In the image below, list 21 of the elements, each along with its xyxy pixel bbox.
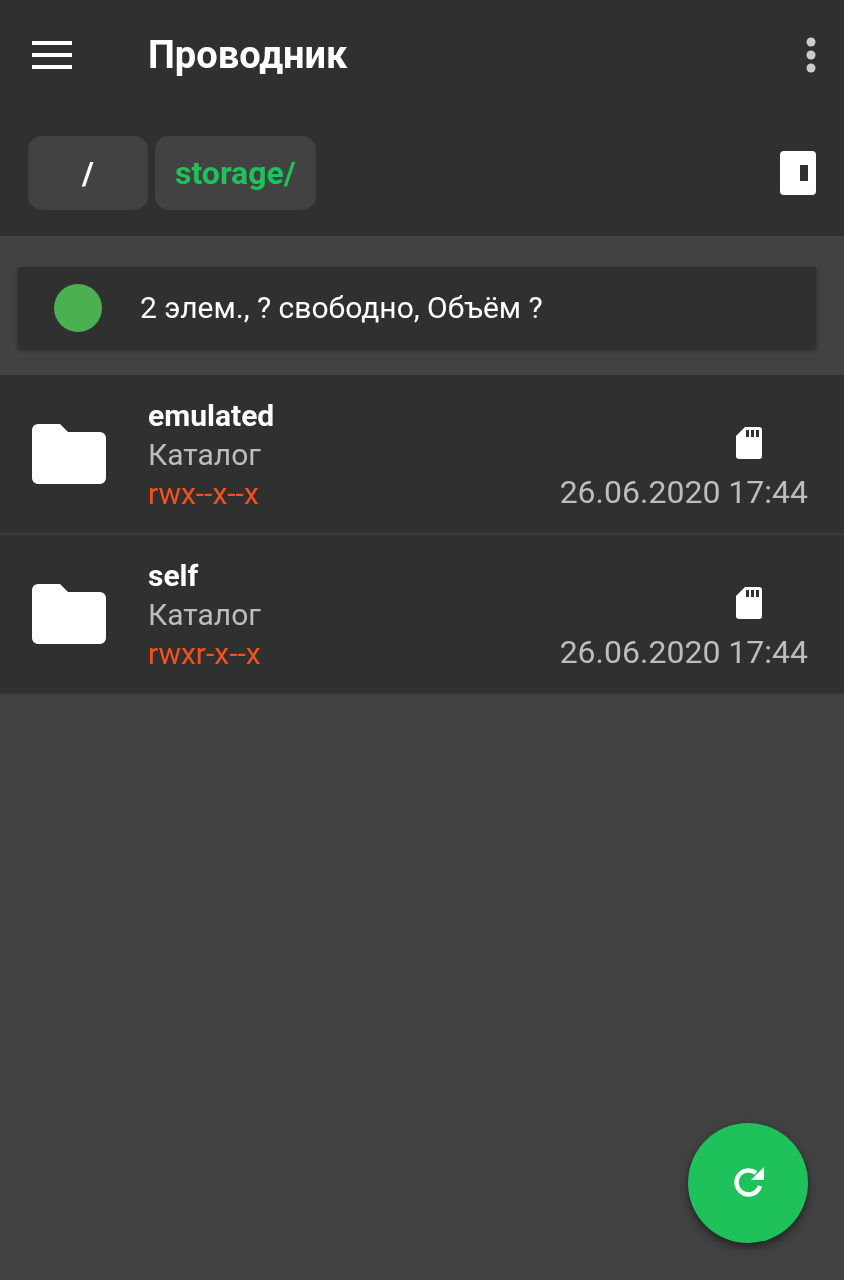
file-name: emulated — [148, 397, 276, 433]
file-permissions: rwxr-x--x — [148, 635, 262, 671]
breadcrumb[interactable]: / — [28, 136, 148, 210]
file-date: 26.06.2020 17:44 — [559, 473, 808, 511]
file-type: Каталог — [148, 596, 262, 632]
more-options-icon[interactable] — [806, 37, 816, 73]
sd-card-icon — [736, 587, 762, 619]
folder-icon — [32, 584, 106, 644]
folder-icon — [32, 424, 106, 484]
file-date: 26.06.2020 17:44 — [559, 633, 808, 671]
file-row[interactable]: emulated Каталог rwx--x--x 26.06.2020 17:44 — [0, 375, 844, 535]
menu-icon[interactable] — [32, 41, 72, 69]
file-type: Каталог — [148, 436, 262, 472]
file-name: self — [148, 557, 200, 593]
info-text: 2 элем., ? свободно, Объём ? — [140, 290, 543, 325]
app-title: Проводник — [148, 33, 349, 77]
breadcrumb[interactable]: storage/ — [155, 136, 316, 210]
file-permissions: rwx--x--x — [148, 475, 260, 511]
panel-toggle-icon[interactable] — [780, 151, 816, 195]
sd-card-icon — [736, 427, 762, 459]
file-row[interactable]: self Каталог rwxr-x--x 26.06.2020 17:44 — [0, 535, 844, 695]
